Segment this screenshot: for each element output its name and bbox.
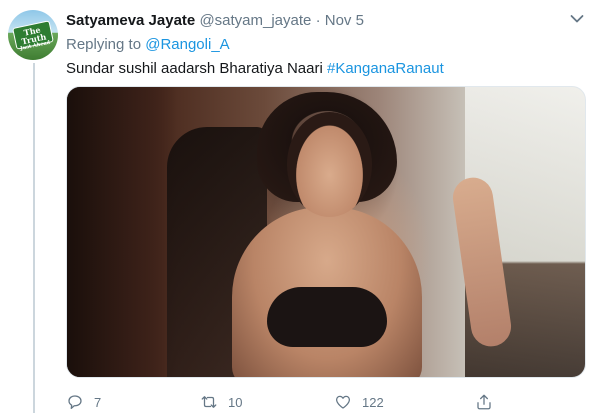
tweet-header: Satyameva Jayate @satyam_jayate · Nov 5 bbox=[66, 11, 584, 31]
retweet-button[interactable]: 10 bbox=[200, 392, 242, 412]
tweet-actions: 7 10 122 bbox=[66, 392, 586, 412]
reply-icon bbox=[68, 395, 82, 410]
tweet[interactable]: The Truth Just Ahead Satyameva Jayate @s… bbox=[0, 0, 598, 413]
image-face bbox=[287, 112, 372, 217]
reply-button[interactable]: 7 bbox=[66, 392, 101, 412]
like-count: 122 bbox=[362, 394, 384, 410]
replying-to-label: Replying to bbox=[66, 36, 142, 53]
image-background-curtain bbox=[67, 87, 177, 377]
heart-icon bbox=[335, 395, 351, 409]
replying-to-user-link[interactable]: @Rangoli_A bbox=[145, 36, 229, 53]
reply-count: 7 bbox=[94, 394, 102, 410]
share-button[interactable] bbox=[475, 392, 493, 412]
hashtag-link[interactable]: #KanganaRanaut bbox=[327, 60, 444, 77]
avatar-logo: The Truth Just Ahead bbox=[12, 20, 54, 52]
retweet-count: 10 bbox=[228, 394, 243, 410]
separator-dot: · bbox=[315, 12, 321, 29]
tweet-date[interactable]: Nov 5 bbox=[325, 12, 364, 29]
image-garment bbox=[267, 287, 387, 347]
share-icon bbox=[477, 394, 491, 410]
thread-line bbox=[33, 63, 35, 413]
replying-to: Replying to @Rangoli_A bbox=[66, 35, 230, 55]
tweet-body-text: Sundar sushil aadarsh Bharatiya Naari bbox=[66, 60, 323, 77]
display-name[interactable]: Satyameva Jayate bbox=[66, 12, 195, 29]
tweet-text: Sundar sushil aadarsh Bharatiya Naari #K… bbox=[66, 59, 444, 79]
tweet-media-image[interactable] bbox=[66, 86, 586, 378]
like-button[interactable]: 122 bbox=[334, 392, 384, 412]
user-handle[interactable]: @satyam_jayate bbox=[199, 12, 311, 29]
avatar[interactable]: The Truth Just Ahead bbox=[8, 10, 58, 60]
chevron-down-icon[interactable] bbox=[570, 14, 584, 24]
retweet-icon bbox=[201, 396, 217, 408]
